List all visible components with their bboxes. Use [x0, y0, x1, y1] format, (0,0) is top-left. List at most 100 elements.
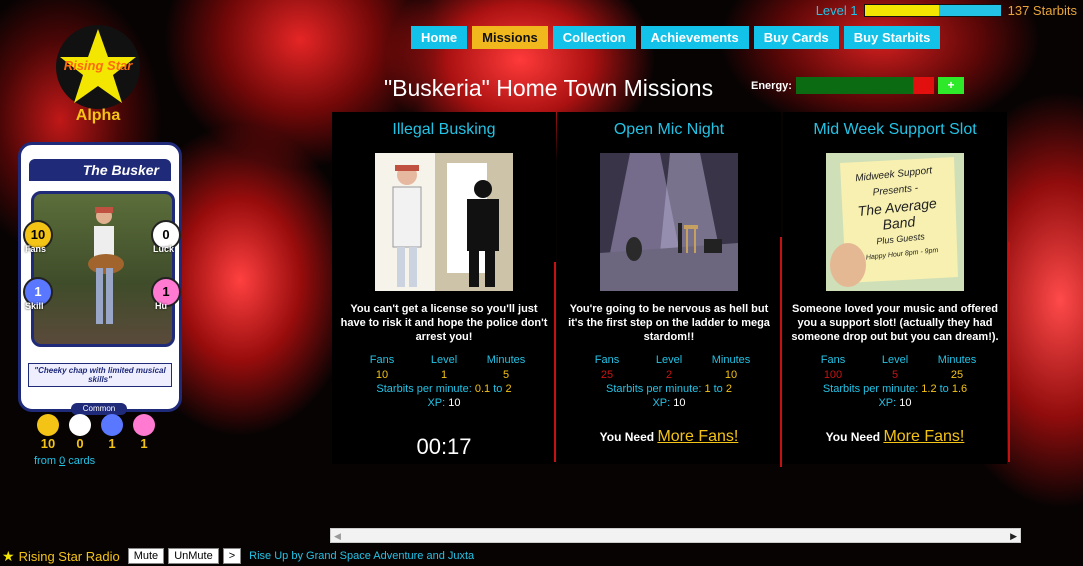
fans-header: Fans	[820, 354, 846, 366]
card-picture	[31, 191, 175, 347]
you-need-label: You Need	[825, 430, 881, 444]
level-value: 1	[440, 369, 448, 381]
fans-value: 25	[600, 369, 614, 381]
fans-header: Fans	[594, 354, 620, 366]
police-busker-illustration-icon	[375, 153, 513, 291]
hu-icon	[133, 414, 155, 436]
card-count-text: from 0 cards	[34, 455, 95, 467]
scroll-right-icon[interactable]: ▶	[1010, 531, 1017, 542]
spm-max: 1.6	[951, 383, 968, 395]
radio-title: Rising Star Radio	[18, 548, 120, 564]
main-nav: Home Missions Collection Achievements Bu…	[411, 26, 941, 49]
starbits-count: 137 Starbits	[1007, 3, 1077, 18]
mission-requirements: Fans Level Minutes 100 5 25	[802, 352, 988, 382]
xp-progress-bar	[863, 4, 1002, 17]
mission-separator	[554, 262, 556, 462]
total-skill: 1	[100, 414, 124, 450]
starbits-per-minute: Starbits per minute: 1.2 to 1.6	[783, 382, 1007, 396]
mission-timer: 00:17	[416, 434, 472, 459]
add-energy-button[interactable]: +	[937, 77, 964, 94]
level-header: Level	[881, 354, 909, 366]
mission-image[interactable]	[600, 153, 738, 291]
spm-min: 1	[704, 383, 711, 395]
next-track-button[interactable]: >	[222, 548, 242, 564]
mission-card: Mid Week Support Slot Midweek Support Pr…	[783, 112, 1007, 464]
spm-label: Starbits per minute:	[376, 383, 472, 395]
logo-alpha: Alpha	[75, 107, 121, 124]
xp-label: XP:	[427, 397, 446, 409]
level-label: Level 1	[815, 3, 858, 18]
card-name: The Busker	[29, 159, 171, 181]
requirement-message: You Need More Fans!	[783, 428, 1007, 446]
minutes-value: 10	[724, 369, 738, 381]
total-hu-value: 1	[140, 436, 148, 451]
star-icon: ★	[2, 547, 15, 564]
minutes-value: 5	[502, 369, 510, 381]
mission-title: Mid Week Support Slot	[813, 121, 977, 138]
total-hu: 1	[132, 414, 156, 450]
energy-label: Energy:	[751, 79, 792, 92]
now-playing-track: Rise Up by Grand Space Adventure and Jux…	[249, 550, 475, 562]
page-title: "Buskeria" Home Town Missions	[384, 75, 714, 101]
mission-description: You can't get a license so you'll just h…	[340, 303, 548, 343]
xp-label: XP:	[652, 397, 671, 409]
xp-label: XP:	[878, 397, 897, 409]
missions-scroll-area[interactable]: Illegal Busking You can't get a license …	[332, 112, 1020, 528]
total-fans: 10	[36, 414, 60, 450]
spm-to: to	[939, 383, 949, 395]
busker-card[interactable]: The Busker 10 Fans 0 Luck 1 Skill 1 Hu "…	[18, 142, 182, 415]
mission-image[interactable]: Midweek Support Presents - The Average B…	[826, 153, 964, 291]
fans-value: 100	[823, 369, 843, 381]
mission-xp: XP: 10	[332, 396, 556, 410]
more-fans-link[interactable]: More Fans!	[657, 428, 738, 445]
spm-to: to	[493, 383, 503, 395]
logo-title: Rising Star	[63, 58, 133, 73]
level-header: Level	[430, 354, 458, 366]
more-fans-link[interactable]: More Fans!	[883, 428, 964, 445]
card-luck-label: Luck	[153, 244, 175, 254]
total-luck-value: 0	[76, 436, 84, 451]
fans-value: 10	[375, 369, 389, 381]
card-quote: "Cheeky chap with limited musical skills…	[28, 363, 172, 387]
player-status: Level 1 137 Starbits	[816, 3, 1077, 18]
energy-meter: Energy: +	[751, 77, 964, 94]
mission-title: Illegal Busking	[392, 121, 496, 138]
xp-value: 10	[448, 397, 461, 409]
spm-label: Starbits per minute:	[606, 383, 702, 395]
mission-requirements: Fans Level Minutes 10 1 5	[351, 352, 537, 382]
card-count-link[interactable]: 0	[59, 455, 65, 467]
mission-description: Someone loved your music and offered you…	[791, 303, 999, 343]
nav-collection-button[interactable]: Collection	[552, 26, 636, 49]
from-suffix: cards	[68, 455, 96, 467]
mission-xp: XP: 10	[783, 396, 1007, 410]
rising-star-logo[interactable]: Rising Star Alpha	[56, 25, 140, 124]
level-header: Level	[655, 354, 683, 366]
mission-separator	[780, 237, 782, 467]
missions-horizontal-scrollbar[interactable]: ◀ ▶	[330, 528, 1021, 543]
minutes-header: Minutes	[486, 354, 526, 366]
mission-image[interactable]	[375, 153, 513, 291]
xp-value: 10	[673, 397, 686, 409]
level-value: 2	[665, 369, 673, 381]
card-totals: 10 0 1 1	[36, 414, 156, 450]
scroll-left-icon[interactable]: ◀	[334, 531, 341, 542]
card-hu-label: Hu	[155, 301, 167, 311]
nav-missions-button[interactable]: Missions	[472, 26, 548, 49]
support-slot-poster: Midweek Support Presents - The Average B…	[835, 161, 960, 269]
minutes-value: 25	[950, 369, 964, 381]
you-need-label: You Need	[599, 430, 655, 444]
starbits-per-minute: Starbits per minute: 0.1 to 2	[332, 382, 556, 396]
mute-button[interactable]: Mute	[127, 548, 165, 564]
mission-requirements: Fans Level Minutes 25 2 10	[576, 352, 762, 382]
nav-buy-starbits-button[interactable]: Buy Starbits	[843, 26, 941, 49]
nav-home-button[interactable]: Home	[411, 26, 468, 49]
nav-achievements-button[interactable]: Achievements	[640, 26, 749, 49]
mission-card: Illegal Busking You can't get a license …	[332, 112, 556, 464]
unmute-button[interactable]: UnMute	[168, 548, 219, 564]
minutes-header: Minutes	[937, 354, 977, 366]
card-skill-label: Skill	[25, 301, 44, 311]
mission-xp: XP: 10	[557, 396, 781, 410]
nav-buy-cards-button[interactable]: Buy Cards	[753, 26, 839, 49]
luck-icon	[69, 414, 91, 436]
total-fans-value: 10	[40, 436, 56, 451]
